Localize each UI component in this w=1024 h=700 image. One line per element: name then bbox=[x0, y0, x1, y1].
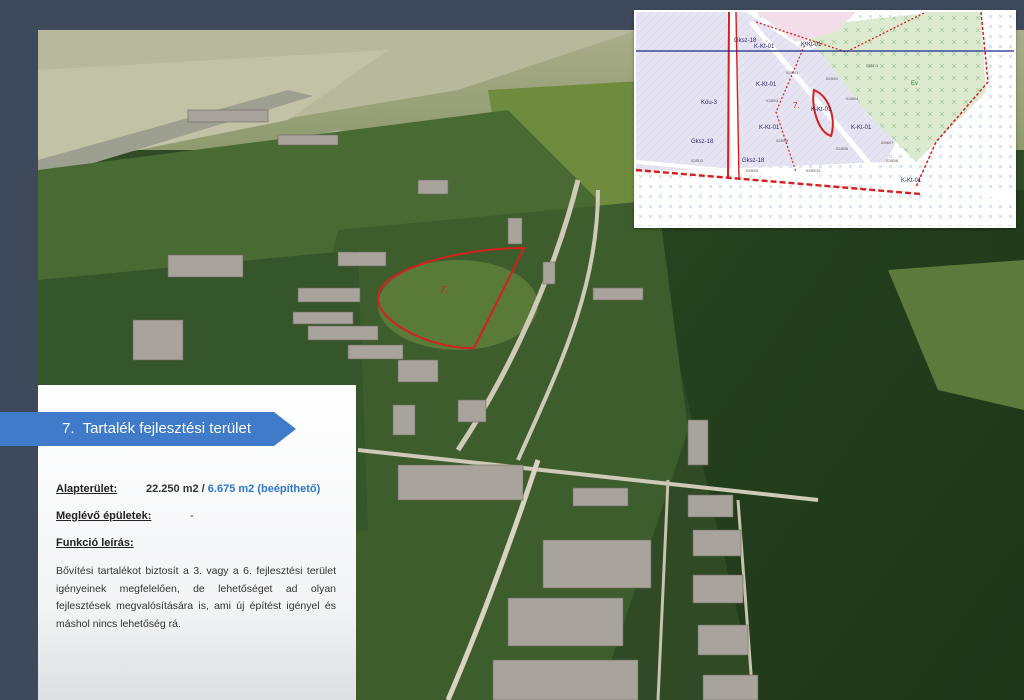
buildings-label: Meglévő épületek: bbox=[56, 510, 152, 522]
map-zone-label: Köu-3 bbox=[701, 100, 718, 106]
map-zone-label: K-Kt-01 bbox=[756, 82, 777, 88]
area-label: Alapterület: bbox=[56, 483, 118, 495]
map-parcel-number: 0281/1 bbox=[866, 63, 879, 68]
area-marker-aerial: 7. bbox=[440, 285, 449, 296]
map-parcel-number: 0280/4 bbox=[846, 96, 859, 101]
section-number: 7. bbox=[62, 420, 75, 437]
map-zone-label: K-Kt-01 bbox=[811, 107, 832, 113]
map-area-number: 7. bbox=[793, 101, 800, 110]
map-parcel-number: 0280/2 bbox=[826, 76, 839, 81]
buildings-value: - bbox=[190, 510, 194, 522]
function-description: Bővítési tartalékot biztosít a 3. vagy a… bbox=[56, 565, 336, 630]
area-row: Alapterület: bbox=[56, 483, 117, 495]
area-buildable: 6.675 m2 (beépíthető) bbox=[207, 483, 321, 495]
map-parcel-number: 0281/2 bbox=[691, 158, 704, 163]
map-parcel-number: 0280/6 bbox=[836, 146, 849, 151]
function-label: Funkció leírás: bbox=[56, 537, 134, 549]
section-title-text: Tartalék fejlesztési terület bbox=[82, 420, 251, 437]
section-title: 7. Tartalék fejlesztési terület bbox=[62, 420, 251, 437]
buildings-row: Meglévő épületek: bbox=[56, 510, 151, 522]
map-zone-label: Gksz-18 bbox=[742, 158, 765, 164]
map-parcel-number: 0280/10 bbox=[806, 168, 821, 173]
map-zone-label: K-Kt-01 bbox=[851, 125, 872, 131]
area-total: 22.250 m2 / bbox=[146, 483, 205, 495]
map-parcel-number: 0280/7 bbox=[881, 140, 894, 145]
map-zone-label: K-Kt-01 bbox=[759, 125, 780, 131]
map-zone-label: K-Kt-01 bbox=[801, 42, 822, 48]
map-parcel-number: 0280/8 bbox=[886, 158, 899, 163]
map-zone-label: Gksz-18 bbox=[691, 139, 714, 145]
map-zone-label: K-Kt-01 bbox=[901, 178, 922, 184]
page-frame-left bbox=[0, 0, 38, 700]
map-zone-label: K-Kt-01 bbox=[754, 44, 775, 50]
map-zone-label: Ev bbox=[911, 81, 918, 87]
map-parcel-number: 0280/9 bbox=[746, 168, 759, 173]
area-value: 22.250 m2 / 6.675 m2 (beépíthető) bbox=[146, 483, 320, 495]
map-parcel-number: 0280/3 bbox=[766, 98, 779, 103]
zoning-map-inset: Gksz-18 K-Kt-01 K-Kt-01 K-Kt-01 K-Kt-01 … bbox=[634, 10, 1016, 228]
section-title-banner: 7. Tartalék fejlesztési terület bbox=[0, 412, 296, 446]
function-row: Funkció leírás: bbox=[56, 537, 134, 549]
map-parcel-number: 0280/5 bbox=[776, 138, 789, 143]
map-parcel-number: 0280/1 bbox=[786, 70, 799, 75]
